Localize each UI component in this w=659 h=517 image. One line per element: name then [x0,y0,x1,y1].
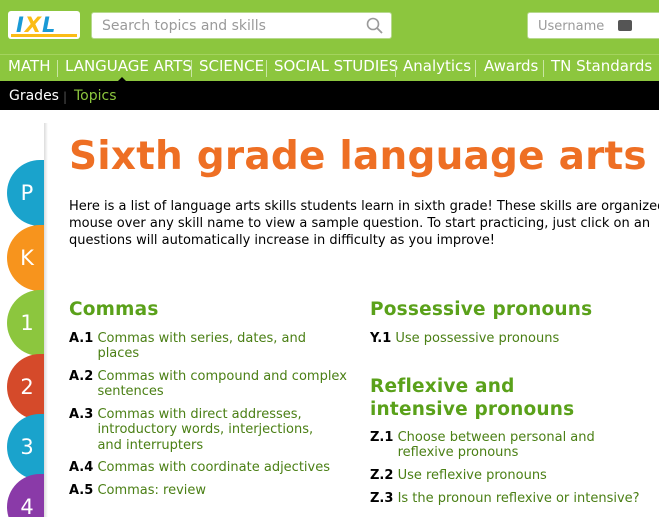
skill-code: Y.1 [370,331,392,346]
keyboard-icon[interactable] [618,20,632,31]
grade-tab-label: P [20,181,34,205]
skill-code: A.1 [69,331,94,346]
username-placeholder: Username [538,19,605,34]
grade-tab-label: K [20,246,34,270]
top-header: IXL Search topics and skills Username [0,0,659,54]
skill-name: Commas with direct addresses, introducto… [97,407,314,453]
nav-divider [266,60,267,77]
subnav-topics[interactable]: Topics [74,88,117,104]
grade-tab-label: 2 [20,375,34,399]
nav-divider [395,60,396,77]
nav-item-social-studies[interactable]: SOCIAL STUDIES [274,57,398,75]
nav-item-analytics[interactable]: Analytics [403,57,471,75]
nav-item-awards[interactable]: Awards [484,57,538,75]
skill-name: Choose between personal and reflexive pr… [397,430,595,461]
skill-link[interactable]: A.2 Commas with compound and complex sen… [69,369,359,400]
username-field[interactable]: Username [527,12,659,39]
skill-code: Z.1 [370,430,394,445]
grade-tab-label: 4 [20,495,34,517]
nav-item-science[interactable]: SCIENCE [199,57,264,75]
nav-item-math[interactable]: MATH [8,57,50,75]
grade-tab-4[interactable]: 4 [7,474,47,517]
skill-name: Commas with compound and complex sentenc… [97,369,347,400]
skill-code: A.4 [69,460,94,475]
skill-link[interactable]: A.5 Commas: review [69,483,359,498]
ixl-logo[interactable]: IXL [8,11,80,39]
search-placeholder: Search topics and skills [102,18,266,34]
search-icon[interactable] [365,16,385,36]
page-title: Sixth grade language arts [69,134,647,179]
skill-code: A.3 [69,407,94,422]
nav-divider [543,60,544,77]
skill-code: Z.3 [370,491,394,506]
grade-tab-k[interactable]: K [7,225,47,291]
skill-name: Commas with coordinate adjectives [97,460,330,475]
skill-link[interactable]: Y.1 Use possessive pronouns [370,331,655,346]
skill-link[interactable]: A.3 Commas with direct addresses, introd… [69,407,359,453]
grade-tab-p[interactable]: P [7,160,47,226]
nav-item-language-arts[interactable]: LANGUAGE ARTS [65,57,192,75]
skill-code: Z.2 [370,468,394,483]
skill-link[interactable]: Z.2 Use reflexive pronouns [370,468,655,483]
skill-name: Use reflexive pronouns [397,468,547,483]
search-input[interactable]: Search topics and skills [91,12,392,39]
skill-code: A.2 [69,369,94,384]
grade-tab-label: 1 [20,311,34,335]
category-possessive-pronouns-heading: Possessive pronouns [370,299,593,320]
category-commas-heading: Commas [69,299,159,320]
skill-name: Is the pronoun reflexive or intensive? [397,491,640,506]
logo-underline [11,34,77,37]
intro-text: Here is a list of language arts skills s… [69,199,659,248]
skill-name: Use possessive pronouns [395,331,560,346]
grade-tab-label: 3 [20,435,34,459]
grade-tab-1[interactable]: 1 [7,290,47,356]
nav-item-tn-standards[interactable]: TN Standards [551,57,652,75]
skill-link[interactable]: Z.1 Choose between personal and reflexiv… [370,430,655,461]
skill-name: Commas: review [97,483,207,498]
grade-tab-3[interactable]: 3 [7,414,47,480]
nav-divider [475,60,476,77]
skill-link[interactable]: A.1 Commas with series, dates, and place… [69,331,339,362]
subnav-separator: | [63,90,68,104]
grade-tab-2[interactable]: 2 [7,354,47,420]
category-reflexive-pronouns-heading: Reflexive and intensive pronouns [370,376,575,420]
nav-divider [191,60,192,77]
subnav-grades[interactable]: Grades [9,88,59,104]
page-edge-shadow [44,123,48,517]
nav-divider [57,60,58,77]
skill-name: Commas with series, dates, and places [97,331,306,362]
skill-code: A.5 [69,483,94,498]
subject-nav: MATH LANGUAGE ARTS SCIENCE SOCIAL STUDIE… [0,54,659,81]
sub-navigation: Grades | Topics [0,81,659,110]
skill-link[interactable]: A.4 Commas with coordinate adjectives [69,460,359,475]
skill-link[interactable]: Z.3 Is the pronoun reflexive or intensiv… [370,491,659,506]
